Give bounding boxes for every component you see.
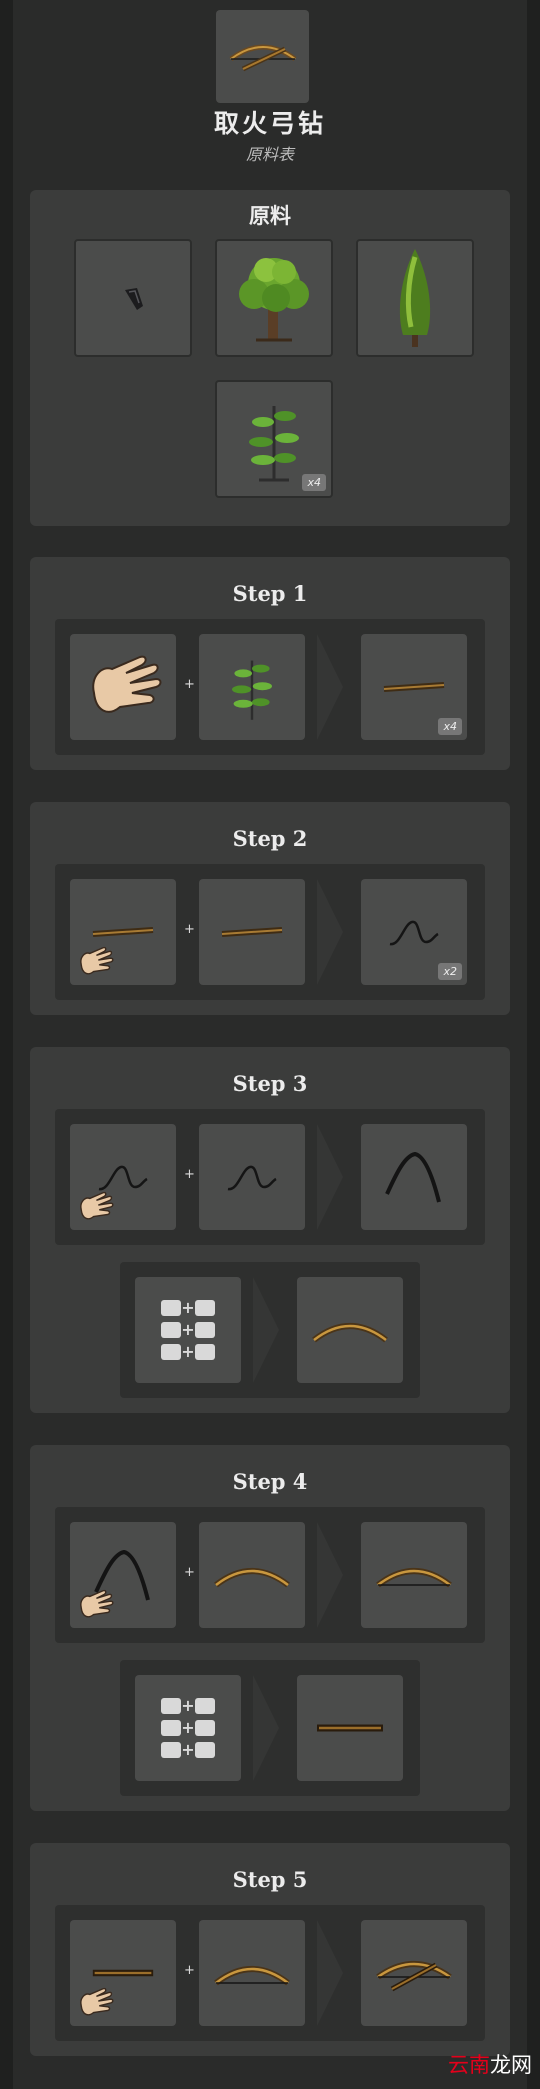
arrow-divider <box>317 1522 343 1628</box>
material-sapling[interactable]: x4 <box>215 380 333 498</box>
drill-stick-icon <box>92 1969 154 1977</box>
materials-panel: 原料 x4 <box>30 190 510 526</box>
ingredient-string[interactable] <box>199 1124 305 1230</box>
arrow-divider <box>317 1920 343 2026</box>
output-bow-string[interactable] <box>361 1124 467 1230</box>
page-header: 取火弓钻 原料表 <box>0 0 540 180</box>
ingredient-hand[interactable] <box>70 634 176 740</box>
output-drill-stick[interactable] <box>297 1675 403 1781</box>
sapling-icon <box>249 406 299 482</box>
step-4-panel: Step 4 + + + + <box>30 1445 510 1811</box>
recipe-row: + x2 <box>55 864 485 1000</box>
bow-drill-icon <box>216 10 309 103</box>
left-border <box>0 0 13 2089</box>
flint-icon <box>125 288 143 310</box>
step-title: Step 3 <box>232 1071 308 1096</box>
materials-title: 原料 <box>249 203 291 228</box>
crafting-grid[interactable]: + + + <box>135 1675 241 1781</box>
step-3-panel: Step 3 + + + + <box>30 1047 510 1413</box>
right-border <box>527 0 540 2089</box>
page-title: 取火弓钻 <box>213 109 326 138</box>
bow-string-icon <box>385 1151 441 1203</box>
step-title: Step 4 <box>232 1469 308 1494</box>
crafting-grid-icon: + + + <box>161 1698 215 1758</box>
evergreen-icon <box>399 249 431 347</box>
plus-sign: + <box>184 1565 195 1580</box>
step-5-panel: Step 5 + <box>30 1843 510 2056</box>
output-strung-bow[interactable] <box>361 1522 467 1628</box>
step-title: Step 5 <box>232 1867 308 1892</box>
recipe-row: + x4 <box>55 619 485 755</box>
ingredient-curved-bow[interactable] <box>199 1522 305 1628</box>
stick-icon <box>221 927 283 937</box>
arrow-divider <box>317 879 343 985</box>
arrow-divider <box>253 1675 279 1781</box>
sapling-icon <box>232 660 272 720</box>
arrow-divider <box>317 634 343 740</box>
step-1-panel: Step 1 + x4 <box>30 557 510 770</box>
recipe-row: + <box>55 1905 485 2041</box>
plus-sign: + <box>184 677 195 692</box>
output-bow-drill[interactable] <box>361 1920 467 2026</box>
hand-icon <box>80 1191 114 1220</box>
hand-icon <box>80 946 114 975</box>
ingredient-drill-stick[interactable] <box>70 1920 176 2026</box>
plus-sign: + <box>184 1167 195 1182</box>
ingredient-strung-bow[interactable] <box>199 1920 305 2026</box>
quantity-badge: x2 <box>438 963 462 980</box>
tree-icon <box>239 258 309 342</box>
hand-icon <box>92 655 162 713</box>
quantity-badge: x4 <box>302 474 326 491</box>
recipe-row: + + + <box>120 1262 420 1398</box>
step-2-panel: Step 2 + x2 <box>30 802 510 1015</box>
crafting-grid-icon: + + + <box>161 1300 215 1360</box>
ingredient-stick[interactable] <box>199 879 305 985</box>
hand-icon <box>80 1987 114 2016</box>
curved-bow-icon <box>312 1323 388 1343</box>
watermark: 云南龙网 <box>448 2053 532 2077</box>
stick-icon <box>92 927 154 937</box>
drill-stick-icon <box>317 1724 383 1732</box>
strung-bow-icon <box>214 1966 290 1986</box>
output-curved-bow[interactable] <box>297 1277 403 1383</box>
curved-bow-icon <box>214 1568 290 1588</box>
output-string[interactable]: x2 <box>361 879 467 985</box>
crafting-grid[interactable]: + + + <box>135 1277 241 1383</box>
step-title: Step 1 <box>232 581 308 606</box>
stick-icon <box>383 682 445 692</box>
material-evergreen-tree[interactable] <box>356 239 474 357</box>
material-birchnut-tree[interactable] <box>215 239 333 357</box>
plus-sign: + <box>184 1963 195 1978</box>
strung-bow-icon <box>376 1568 452 1588</box>
output-stick[interactable]: x4 <box>361 634 467 740</box>
string-icon <box>227 1165 277 1191</box>
bow-drill-icon <box>376 1961 452 1992</box>
recipe-row: + + + <box>120 1660 420 1796</box>
step-title: Step 2 <box>232 826 308 851</box>
hand-icon <box>80 1589 114 1618</box>
recipe-row: + <box>55 1507 485 1643</box>
quantity-badge: x4 <box>438 718 462 735</box>
material-flint[interactable] <box>74 239 192 357</box>
ingredient-stick[interactable] <box>70 879 176 985</box>
page-subtitle: 原料表 <box>245 145 294 164</box>
ingredient-string[interactable] <box>70 1124 176 1230</box>
ingredient-sapling[interactable] <box>199 634 305 740</box>
string-icon <box>389 920 439 946</box>
recipe-row: + <box>55 1109 485 1245</box>
plus-sign: + <box>184 922 195 937</box>
ingredient-bow-string[interactable] <box>70 1522 176 1628</box>
arrow-divider <box>317 1124 343 1230</box>
arrow-divider <box>253 1277 279 1383</box>
